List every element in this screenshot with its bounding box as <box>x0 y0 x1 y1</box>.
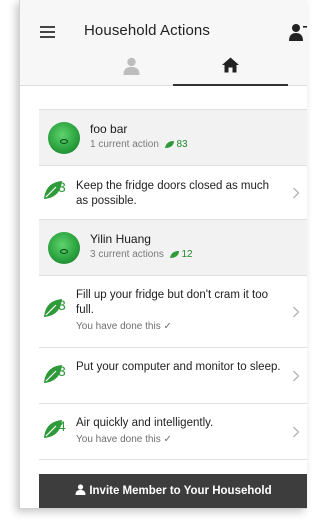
points-badge: 3 <box>44 179 72 205</box>
active-tab-indicator <box>173 84 288 86</box>
add-person-icon[interactable] <box>288 22 307 42</box>
member-name: Yilin Huang <box>90 232 151 246</box>
leaf-icon <box>164 141 174 148</box>
tab-person[interactable] <box>74 50 189 86</box>
action-body: Air quickly and intelligently. You have … <box>76 416 281 447</box>
action-row[interactable]: 3 Keep the fridge doors closed as much a… <box>39 165 307 219</box>
hamburger-menu-icon[interactable] <box>40 26 55 38</box>
member-action-text: 3 current actions <box>90 249 164 260</box>
person-icon <box>123 57 140 75</box>
done-status: You have done this ✓ <box>76 321 172 332</box>
member-score: 12 <box>181 249 193 260</box>
invite-member-button[interactable]: Invite Member to Your Household <box>39 474 307 508</box>
action-row[interactable]: 3 Put your computer and monitor to sleep… <box>39 347 307 403</box>
points-badge: 3 <box>44 363 72 389</box>
action-text: Fill up your fridge but don't cram it to… <box>76 289 269 316</box>
member-score: 83 <box>176 139 188 150</box>
member-row[interactable]: Yilin Huang 3 current actions 12 <box>39 219 307 275</box>
avatar <box>48 122 80 154</box>
done-status: You have done this ✓ <box>76 434 172 445</box>
points-value: 4 <box>58 418 66 434</box>
points-value: 3 <box>58 179 66 195</box>
action-body: Fill up your fridge but don't cram it to… <box>76 288 281 334</box>
action-text: Put your computer and monitor to sleep. <box>76 361 281 373</box>
member-action-count: 3 current actions 12 <box>90 249 193 260</box>
home-icon <box>222 57 239 73</box>
action-text: Air quickly and intelligently. <box>76 417 214 429</box>
app-header: Household Actions <box>20 0 307 86</box>
chevron-right-icon[interactable] <box>292 187 300 199</box>
points-badge: 3 <box>44 297 72 323</box>
chevron-right-icon[interactable] <box>292 306 300 318</box>
action-text: Keep the fridge doors closed as much as … <box>76 180 270 207</box>
person-icon <box>75 484 86 495</box>
leaf-icon <box>169 251 179 258</box>
tab-bar <box>36 50 290 86</box>
app-screen: Household Actions foo bar 1 current acti… <box>19 0 307 509</box>
avatar <box>48 232 80 264</box>
points-badge: 4 <box>44 418 72 444</box>
chevron-right-icon[interactable] <box>292 370 300 382</box>
household-list: foo bar 1 current action 83 3 Keep the f… <box>39 109 307 460</box>
points-value: 3 <box>58 297 66 313</box>
points-value: 3 <box>58 363 66 379</box>
tab-household[interactable] <box>173 50 288 86</box>
action-row[interactable]: 3 Fill up your fridge but don't cram it … <box>39 275 307 347</box>
member-action-text: 1 current action <box>90 139 159 150</box>
action-row[interactable]: 4 Air quickly and intelligently. You hav… <box>39 403 307 460</box>
member-action-count: 1 current action 83 <box>90 139 188 150</box>
page-title: Household Actions <box>84 22 210 39</box>
chevron-right-icon[interactable] <box>292 426 300 438</box>
invite-member-label: Invite Member to Your Household <box>89 485 272 497</box>
member-name: foo bar <box>90 122 128 136</box>
member-row[interactable]: foo bar 1 current action 83 <box>39 109 307 165</box>
